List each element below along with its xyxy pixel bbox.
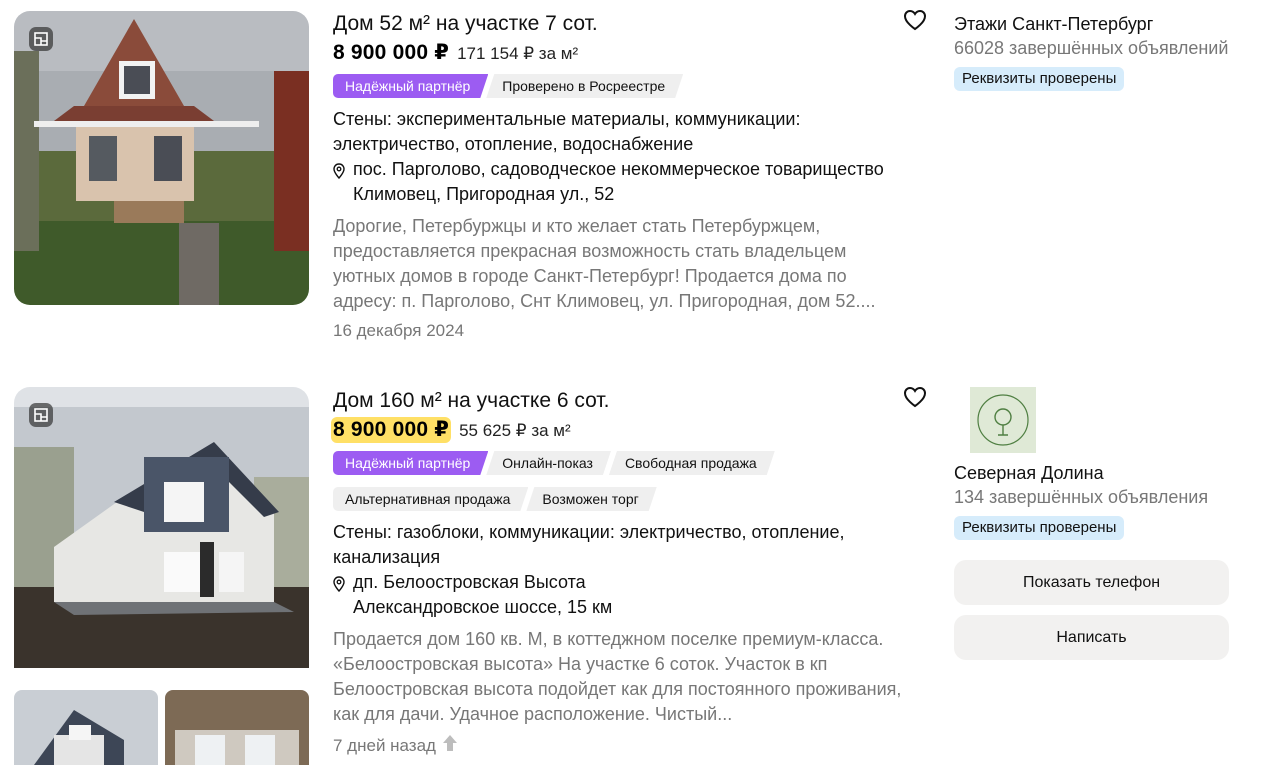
seller-completed: 66028 завершённых объявлений [954, 38, 1229, 58]
price-row: 8 900 000 ₽ 171 154 ₽ за м² [333, 40, 913, 66]
listing-content: Дом 52 м² на участке 7 сот. 8 900 000 ₽ … [333, 11, 913, 341]
listing-card[interactable]: Дом 160 м² на участке 6 сот. 8 900 000 ₽… [0, 383, 1266, 765]
plan-icon[interactable] [29, 403, 53, 427]
badges: Надёжный партнёр Онлайн-показ Свободная … [333, 451, 913, 511]
listing-description: Дорогие, Петербуржцы и кто желает стать … [333, 216, 876, 311]
boost-arrow-icon [442, 734, 458, 757]
seller-block: Этажи Санкт-Петербург 66028 завершённых … [954, 12, 1244, 91]
seller-block: Северная Долина 134 завершённых объявлен… [954, 387, 1244, 660]
heart-icon[interactable] [903, 386, 927, 408]
address: дп. Белоостровская Высота Александровско… [353, 572, 613, 617]
badge-reliable-partner[interactable]: Надёжный партнёр [333, 74, 488, 98]
date-text: 7 дней назад [333, 735, 436, 755]
listing-card[interactable]: Дом 52 м² на участке 7 сот. 8 900 000 ₽ … [0, 0, 1266, 370]
listing-thumbnail[interactable] [165, 690, 309, 765]
listing-thumbnail[interactable] [14, 690, 158, 765]
listing-photo[interactable] [14, 387, 309, 668]
date-text: 16 декабря 2024 [333, 321, 465, 340]
listing-title[interactable]: Дом 160 м² на участке 6 сот. [333, 388, 913, 414]
price-row: 8 900 000 ₽ 55 625 ₽ за м² [331, 417, 913, 443]
plan-icon[interactable] [29, 27, 53, 51]
listing-description: Продается дом 160 кв. М, в коттеджном по… [333, 629, 902, 724]
badge-alternative-sale[interactable]: Альтернативная продажа [333, 487, 528, 511]
location-pin-icon [333, 570, 347, 620]
badge-free-sale[interactable]: Свободная продажа [609, 451, 775, 475]
listing-location: пос. Парголово, садоводческое некоммерче… [333, 157, 913, 207]
listing-location: дп. Белоостровская Высота Александровско… [333, 570, 913, 620]
listing-date: 16 декабря 2024 [333, 321, 913, 341]
verified-badge: Реквизиты проверены [954, 516, 1125, 540]
listing-date: 7 дней назад [333, 734, 913, 757]
price-per-sqm: 55 625 ₽ за м² [459, 421, 571, 440]
heart-icon[interactable] [903, 9, 927, 31]
badge-online-showing[interactable]: Онлайн-показ [486, 451, 611, 475]
badges: Надёжный партнёр Проверено в Росреестре [333, 74, 913, 98]
listing-params: Стены: газоблоки, коммуникации: электрич… [333, 522, 845, 567]
seller-logo[interactable] [970, 387, 1036, 453]
listing-photo[interactable] [14, 11, 309, 305]
price: 8 900 000 ₽ [331, 417, 452, 443]
badge-reliable-partner[interactable]: Надёжный партнёр [333, 451, 488, 475]
location-pin-icon [333, 157, 347, 207]
listing-title[interactable]: Дом 52 м² на участке 7 сот. [333, 11, 913, 37]
address: пос. Парголово, садоводческое некоммерче… [353, 159, 884, 204]
show-phone-button[interactable]: Показать телефон [954, 560, 1229, 605]
seller-name[interactable]: Северная Долина [954, 461, 1244, 485]
price: 8 900 000 ₽ [333, 41, 450, 64]
badge-negotiable[interactable]: Возможен торг [526, 487, 656, 511]
listing-params: Стены: экспериментальные материалы, комм… [333, 109, 801, 154]
badge-rosreestr-verified[interactable]: Проверено в Росреестре [486, 74, 683, 98]
seller-completed: 134 завершённых объявления [954, 487, 1209, 507]
seller-name[interactable]: Этажи Санкт-Петербург [954, 12, 1244, 36]
contact-buttons: Показать телефон Написать [954, 560, 1244, 660]
write-message-button[interactable]: Написать [954, 615, 1229, 660]
verified-badge: Реквизиты проверены [954, 67, 1125, 91]
listing-content: Дом 160 м² на участке 6 сот. 8 900 000 ₽… [331, 388, 913, 757]
price-per-sqm: 171 154 ₽ за м² [457, 44, 579, 63]
